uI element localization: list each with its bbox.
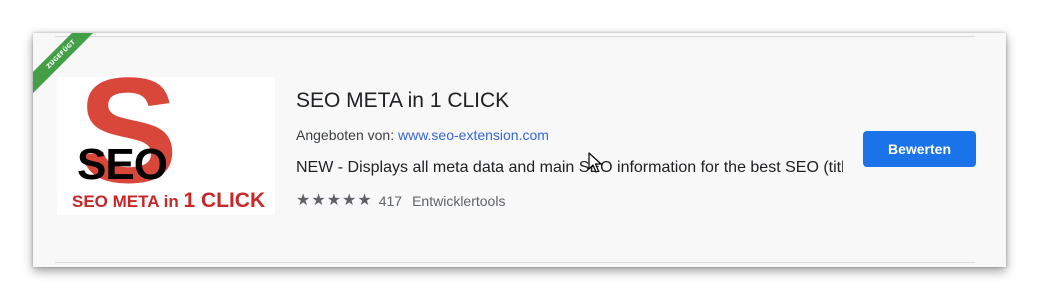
rate-button[interactable]: Bewerten bbox=[863, 131, 976, 167]
star-icon: ★ bbox=[357, 192, 372, 209]
star-icon: ★ bbox=[326, 192, 342, 209]
star-icon: ★ bbox=[311, 192, 326, 209]
rating-count[interactable]: 417 bbox=[379, 193, 402, 209]
extension-description: NEW - Displays all meta data and main SE… bbox=[296, 159, 843, 176]
star-icon: ★ bbox=[296, 192, 311, 209]
added-badge-label: ZUGEFÜGT bbox=[45, 38, 77, 71]
offered-by: Angeboten von: www.seo-extension.com bbox=[296, 127, 549, 143]
extension-title[interactable]: SEO META in 1 CLICK bbox=[296, 89, 509, 113]
logo-tagline: SEO META in 1 CLICK bbox=[72, 189, 265, 213]
divider bbox=[55, 36, 975, 37]
publisher-link[interactable]: www.seo-extension.com bbox=[398, 127, 549, 143]
logo-word: SEO bbox=[77, 140, 168, 189]
rating-stars: ★ ★ ★ ★ ★ bbox=[296, 193, 373, 209]
divider bbox=[55, 262, 975, 263]
star-icon: ★ bbox=[342, 192, 357, 209]
mouse-cursor-icon bbox=[588, 152, 602, 173]
logo-tagline-suffix: 1 CLICK bbox=[183, 189, 266, 212]
logo-tagline-prefix: SEO META in bbox=[72, 192, 184, 211]
rating-row: ★ ★ ★ ★ ★ 417 Entwicklertools bbox=[296, 193, 505, 210]
category-label[interactable]: Entwicklertools bbox=[412, 193, 505, 209]
extension-thumbnail[interactable]: S SEO SEO META in 1 CLICK bbox=[57, 77, 275, 215]
offered-by-label: Angeboten von: bbox=[296, 127, 395, 143]
extension-card[interactable]: ZUGEFÜGT S SEO SEO META in 1 CLICK SEO M… bbox=[33, 33, 1006, 267]
